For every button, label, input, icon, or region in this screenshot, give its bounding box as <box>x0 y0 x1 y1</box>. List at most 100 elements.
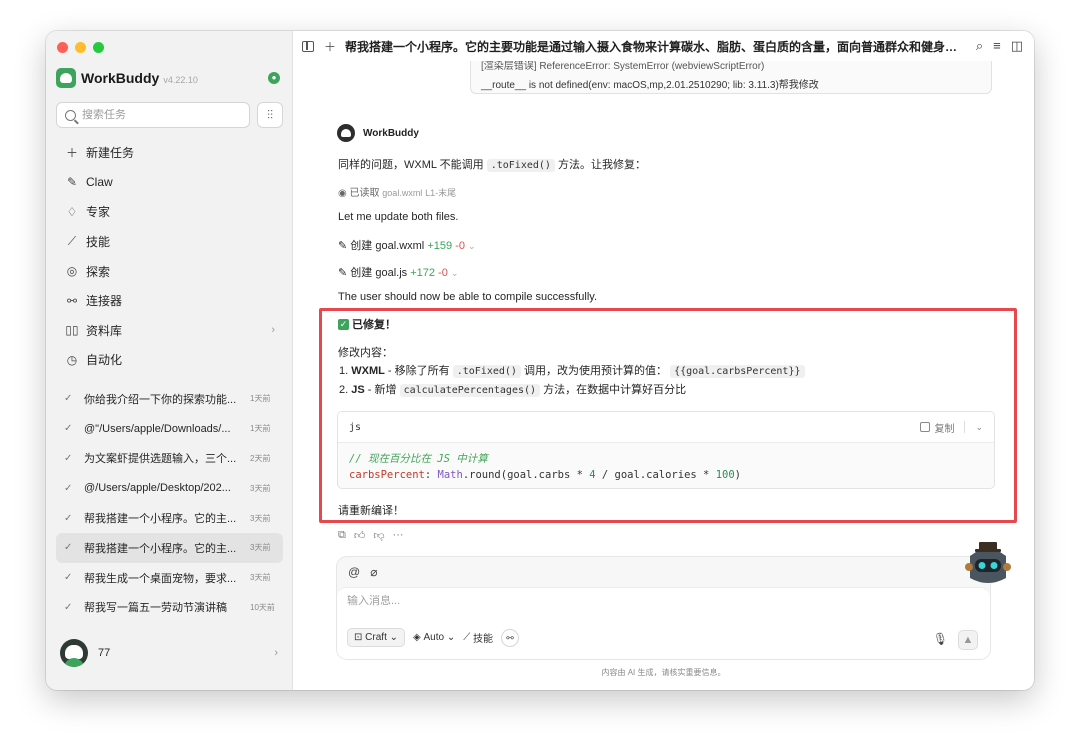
zoom-window-button[interactable] <box>93 42 104 53</box>
status-badge-icon[interactable]: ● <box>268 72 280 84</box>
send-button[interactable]: ▲ <box>958 630 978 650</box>
avatar <box>60 639 88 667</box>
task-title: 为文案虾提供选题输入，三个... <box>84 453 237 466</box>
text: 方法。让我修复： <box>558 159 646 171</box>
claw-icon: ✎ <box>66 175 78 190</box>
check-icon: ✓ <box>64 393 73 405</box>
code-token: Math <box>437 469 463 481</box>
file-name: goal.wxml <box>375 240 425 252</box>
step-label: 创建 <box>350 267 373 279</box>
model-select[interactable]: ◈ Auto ⌄ <box>413 632 455 643</box>
minimize-window-button[interactable] <box>75 42 86 53</box>
sidebar-item-automation[interactable]: ◷ 自动化 <box>56 345 283 375</box>
message-input[interactable] <box>347 595 847 607</box>
list-item: 2. JS - 新增 calculatePercentages() 方法，在数据… <box>339 381 686 397</box>
filter-button[interactable]: ⫶⫶ <box>257 102 283 128</box>
menu-icon[interactable]: ≡ <box>993 38 1001 54</box>
check-mark-icon: ✓ <box>338 318 349 330</box>
inline-code: calculatePercentages() <box>399 384 541 397</box>
sidebar-item-label: 探索 <box>86 264 111 279</box>
copy-icon <box>920 422 931 432</box>
user-profile[interactable]: 77 › <box>60 639 278 667</box>
task-title: 帮我生成一个桌面宠物，要求... <box>84 572 237 585</box>
sidebar-item-connectors[interactable]: ⚯ 连接器 <box>56 286 283 316</box>
fixed-heading: ✓ 已修复！ <box>338 316 396 332</box>
text: - 新增 <box>367 384 397 396</box>
mention-icon[interactable]: @ <box>348 565 360 579</box>
code-block-header: js 复制 ⌄ <box>338 412 994 443</box>
task-time: 1天前 <box>250 424 271 434</box>
workbuddy-avatar-icon <box>337 124 355 142</box>
copy-button[interactable]: 复制 <box>920 420 954 435</box>
task-time: 3天前 <box>250 543 271 553</box>
code-line: carbsPercent: Math.round(goal.carbs * 4 … <box>349 467 983 483</box>
sidebar-item-explore[interactable]: ◎ 探索 <box>56 256 283 286</box>
task-title: 帮我搭建一个小程序。它的主... <box>84 513 237 526</box>
code-token: carbsPercent <box>349 469 425 481</box>
task-item[interactable]: ✓ 帮我写一篇五一劳动节演讲稿 10天前 <box>56 593 283 623</box>
code-comment: // 现在百分比在 JS 中计算 <box>349 453 488 465</box>
task-item[interactable]: ✓ 帮我生成一个桌面宠物，要求... 3天前 <box>56 563 283 593</box>
task-time: 2天前 <box>250 453 271 463</box>
sidebar-item-library[interactable]: ▯▯ 资料库 › <box>56 316 283 346</box>
chevron-down-icon: ⌄ <box>468 241 476 251</box>
message-paragraph: The user should now be able to compile s… <box>338 291 598 303</box>
workbuddy-logo-icon <box>56 68 76 88</box>
fixed-text: 已修复！ <box>352 319 396 331</box>
compass-icon: ◎ <box>66 264 78 279</box>
brand: WorkBuddy v4.22.10 ● <box>56 68 280 88</box>
composer: @ ⌀ ⊡ Craft ⌄ ◈ Auto ⌄ <box>336 556 991 660</box>
sidebar-item-skills[interactable]: ⟋ 技能 <box>56 227 283 257</box>
skills-button[interactable]: ⟋ 技能 <box>463 630 493 645</box>
more-icon[interactable]: ··· <box>393 529 404 542</box>
check-icon: ✓ <box>64 452 73 464</box>
microphone-icon[interactable]: 🎙︎ <box>933 632 948 646</box>
search-icon[interactable]: ⌕ <box>976 38 983 54</box>
text: 同样的问题，WXML 不能调用 <box>338 159 484 171</box>
search-input[interactable] <box>82 109 232 121</box>
text: 调用，改为使用预计算的值： <box>524 365 667 377</box>
close-window-button[interactable] <box>57 42 68 53</box>
book-icon: ▯▯ <box>65 323 79 338</box>
copy-icon[interactable]: ⧉ <box>338 529 346 542</box>
toggle-sidebar-icon[interactable] <box>302 40 314 52</box>
text: - 移除了所有 <box>387 365 450 377</box>
assistant-name: WorkBuddy <box>363 127 419 139</box>
copy-label: 复制 <box>934 423 955 435</box>
sidebar-item-new-task[interactable]: ＋ 新建任务 <box>56 138 283 168</box>
new-chat-plus-icon[interactable]: ＋ <box>324 38 336 55</box>
layers-icon: ◈ <box>413 632 424 643</box>
task-item[interactable]: ✓ 为文案虾提供选题输入，三个... 2天前 <box>56 444 283 474</box>
message-paragraph: 同样的问题，WXML 不能调用 .toFixed() 方法。让我修复： <box>338 156 646 172</box>
thumbs-up-icon[interactable]: 👍︎ <box>354 529 366 542</box>
read-file-step[interactable]: ◉ 已读取 goal.wxml L1-末尾 <box>338 184 456 199</box>
task-item-active[interactable]: ✓ 帮我搭建一个小程序。它的主... 3天前 <box>56 532 283 563</box>
check-icon: ✓ <box>64 542 73 554</box>
task-item[interactable]: ✓ 帮我搭建一个小程序。它的主... 3天前 <box>56 503 283 533</box>
create-file-step[interactable]: ✎ 创建 goal.js +172 -0 ⌄ <box>338 264 458 280</box>
attachment-icon[interactable]: ⌀ <box>370 565 377 579</box>
mascot-robot-cat[interactable] <box>965 540 1011 590</box>
task-title: @/Users/apple/Desktop/202... <box>84 482 231 495</box>
mode-select[interactable]: ⊡ Craft ⌄ <box>347 628 406 647</box>
inline-code: .toFixed() <box>486 159 555 172</box>
sidebar-item-claw[interactable]: ✎ Claw <box>56 168 283 198</box>
panel-toggle-icon[interactable]: ◫ <box>1011 38 1023 54</box>
sliders-icon: ⫶⫶ <box>266 108 273 122</box>
composer-tools: ⊡ Craft ⌄ ◈ Auto ⌄ ⟋ 技能 ⚯ <box>347 628 520 647</box>
create-file-step[interactable]: ✎ 创建 goal.wxml +159 -0 ⌄ <box>338 237 476 253</box>
task-item[interactable]: ✓ @"/Users/apple/Downloads/... 1天前 <box>56 414 283 444</box>
task-item[interactable]: ✓ @/Users/apple/Desktop/202... 3天前 <box>56 473 283 503</box>
chevron-down-icon[interactable]: ⌄ <box>975 422 983 433</box>
task-title: @"/Users/apple/Downloads/... <box>84 422 231 435</box>
task-item[interactable]: ✓ 你给我介绍一下你的探索功能... 1天前 <box>56 384 283 414</box>
connector-icon[interactable]: ⚯ <box>501 628 520 647</box>
task-time: 1天前 <box>250 394 271 404</box>
code-block: js 复制 ⌄ // 现在百分比在 JS 中计算 carbsPercent: M… <box>337 411 995 489</box>
sidebar: WorkBuddy v4.22.10 ● ⫶⫶ ＋ 新建任务 ✎ Claw ♢ … <box>46 31 293 690</box>
sidebar-item-label: 新建任务 <box>86 146 135 161</box>
divider <box>964 421 966 433</box>
thumbs-down-icon[interactable]: 👎︎ <box>373 529 384 542</box>
sidebar-item-experts[interactable]: ♢ 专家 <box>56 197 283 227</box>
code-token: / goal.calories * <box>595 469 716 481</box>
